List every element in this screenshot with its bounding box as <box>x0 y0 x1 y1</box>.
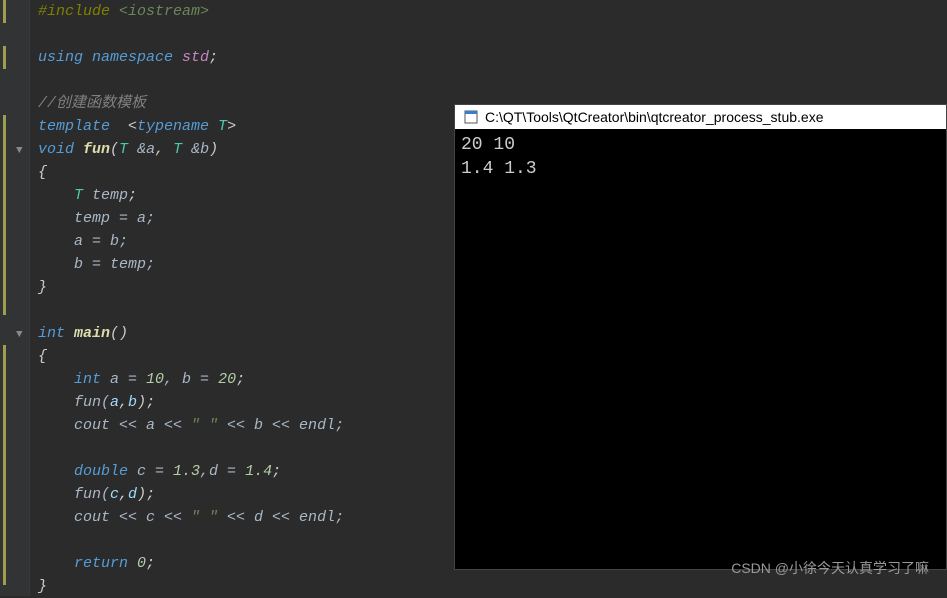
punctuation: , <box>155 141 173 158</box>
keyword: using <box>38 49 83 66</box>
statement: b = temp; <box>38 256 155 273</box>
variable: a <box>110 394 119 411</box>
statement: << b << endl; <box>218 417 344 434</box>
number-literal: 20 <box>218 371 236 388</box>
keyword: int <box>38 325 65 342</box>
fold-toggle-icon[interactable]: ▼ <box>16 324 23 347</box>
code-line[interactable]: } <box>38 575 947 598</box>
statement: << d << endl; <box>218 509 344 526</box>
variable: d <box>128 486 137 503</box>
punctuation: ); <box>137 394 155 411</box>
function-name: main <box>65 325 110 342</box>
console-line: 20 10 <box>461 135 515 155</box>
function-name: fun <box>74 141 110 158</box>
console-output[interactable]: 20 10 1.4 1.3 <box>455 129 946 569</box>
keyword: void <box>38 141 74 158</box>
variable: c <box>110 486 119 503</box>
watermark-text: CSDN @小徐今天认真学习了嘛 <box>731 558 929 578</box>
punctuation: ,d = <box>200 463 245 480</box>
function-call: fun( <box>38 486 110 503</box>
variable: b <box>128 394 137 411</box>
keyword: namespace <box>83 49 173 66</box>
type: T <box>119 141 137 158</box>
string-literal: " " <box>191 417 218 434</box>
console-window-icon <box>463 109 479 125</box>
type-param: T <box>209 118 227 135</box>
line-modified-marker <box>3 345 6 585</box>
punctuation: < <box>110 118 137 135</box>
punctuation: , <box>119 394 128 411</box>
line-modified-marker <box>3 46 6 69</box>
punctuation: ; <box>146 555 155 572</box>
keyword: return <box>38 555 128 572</box>
namespace-name: std <box>173 49 209 66</box>
number-literal: 0 <box>128 555 146 572</box>
type: T <box>173 141 191 158</box>
keyword: double <box>38 463 128 480</box>
punctuation: ) <box>209 141 218 158</box>
punctuation: , <box>119 486 128 503</box>
console-title-text: C:\QT\Tools\QtCreator\bin\qtcreator_proc… <box>485 109 823 125</box>
number-literal: 10 <box>146 371 164 388</box>
brace: { <box>38 348 47 365</box>
brace: } <box>38 578 47 595</box>
type: T <box>38 187 92 204</box>
code-line[interactable]: #include <iostream> <box>38 0 947 23</box>
fold-toggle-icon[interactable]: ▼ <box>16 140 23 163</box>
punctuation: ; <box>272 463 281 480</box>
editor-gutter: ▼ ▼ <box>0 0 30 596</box>
punctuation: ; <box>236 371 245 388</box>
include-header: <iostream> <box>110 3 209 20</box>
punctuation: ( <box>110 141 119 158</box>
variable: a = <box>101 371 146 388</box>
punctuation: , b = <box>164 371 218 388</box>
parameter: &b <box>191 141 209 158</box>
punctuation: ; <box>128 187 137 204</box>
comment: //创建函数模板 <box>38 95 146 112</box>
variable: temp <box>92 187 128 204</box>
statement: temp = a; <box>38 210 155 227</box>
brace: } <box>38 279 47 296</box>
console-titlebar[interactable]: C:\QT\Tools\QtCreator\bin\qtcreator_proc… <box>455 105 946 129</box>
punctuation: () <box>110 325 128 342</box>
code-line[interactable] <box>38 23 947 46</box>
function-call: fun( <box>38 394 110 411</box>
string-literal: " " <box>191 509 218 526</box>
number-literal: 1.4 <box>245 463 272 480</box>
preprocessor-directive: #include <box>38 3 110 20</box>
statement: cout << a << <box>38 417 191 434</box>
console-line: 1.4 1.3 <box>461 159 537 179</box>
code-line[interactable]: using namespace std; <box>38 46 947 69</box>
parameter: &a <box>137 141 155 158</box>
line-modified-marker <box>3 115 6 315</box>
punctuation: > <box>227 118 236 135</box>
variable: c = <box>128 463 173 480</box>
line-modified-marker <box>3 0 6 23</box>
statement: a = b; <box>38 233 128 250</box>
keyword: typename <box>137 118 209 135</box>
brace: { <box>38 164 47 181</box>
console-window[interactable]: C:\QT\Tools\QtCreator\bin\qtcreator_proc… <box>454 104 947 570</box>
keyword: int <box>38 371 101 388</box>
punctuation: ); <box>137 486 155 503</box>
number-literal: 1.3 <box>173 463 200 480</box>
statement: cout << c << <box>38 509 191 526</box>
punctuation: ; <box>209 49 218 66</box>
keyword: template <box>38 118 110 135</box>
code-line[interactable] <box>38 69 947 92</box>
